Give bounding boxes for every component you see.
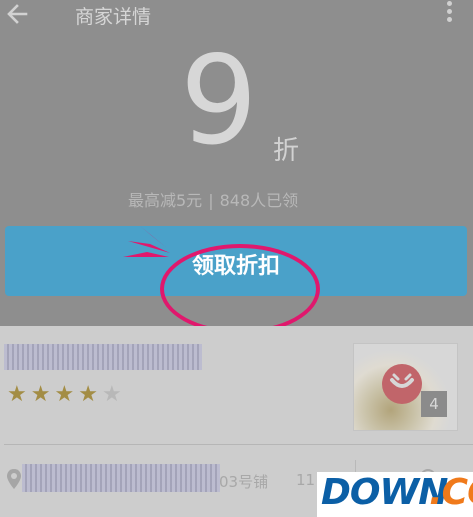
site-watermark: DOWN .CC [317,472,473,517]
photo-count-badge: 4 [421,391,447,417]
star-filled-icon: ★ [54,382,75,407]
section-divider [4,444,473,445]
arrow-left-icon[interactable] [4,0,32,28]
summary-separator: | [208,191,214,210]
store-name-redacted [4,344,202,370]
discount-hero: 9 折 最高减5元 | 848人已领 领取折扣 [0,30,473,334]
claim-discount-button[interactable]: 领取折扣 [5,226,467,296]
watermark-suffix: .CC [429,472,473,513]
address-suffix: 03号铺 [219,473,269,491]
star-filled-icon: ★ [78,382,98,407]
rating-stars: ★ ★ ★ ★ ★ [7,384,122,406]
discount-summary: 最高减5元 | 848人已领 [128,187,298,211]
max-reduction: 最高减5元 [128,191,203,210]
store-photo-thumbnail[interactable]: 4 [353,343,458,431]
more-vertical-icon[interactable] [446,0,454,28]
top-bar: 商家详情 [0,0,473,30]
store-logo-icon [382,364,422,404]
claim-discount-label: 领取折扣 [191,253,280,278]
star-empty-icon: ★ [101,382,122,407]
star-filled-icon: ★ [30,382,51,407]
page-title: 商家详情 [75,6,152,28]
location-pin-icon [6,468,22,490]
star-filled-icon: ★ [7,382,27,407]
claimed-count: 848人已领 [219,191,299,210]
address-redacted [22,464,220,492]
discount-unit: 折 [273,136,300,166]
discount-value: 9 [180,30,258,172]
distance-text: 11 [296,471,316,489]
